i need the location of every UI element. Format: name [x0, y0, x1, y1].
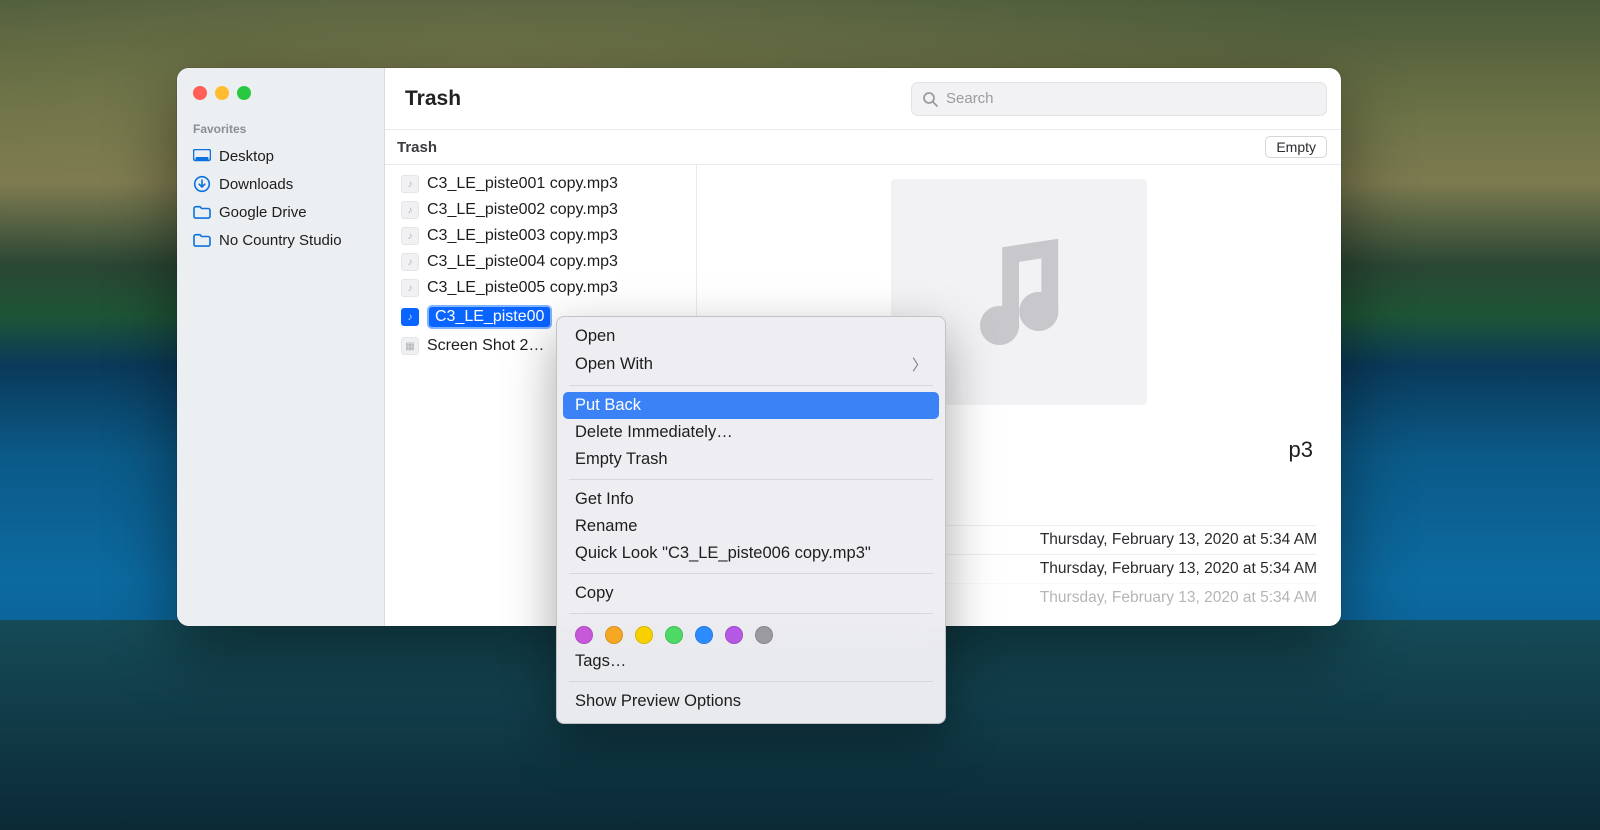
- minimize-window-button[interactable]: [215, 86, 229, 100]
- location-label: Trash: [397, 139, 1265, 156]
- location-header: Trash Empty: [385, 130, 1341, 165]
- menu-separator: [569, 479, 933, 480]
- sidebar-item-no-country-studio[interactable]: No Country Studio: [177, 226, 384, 254]
- sidebar: Favorites Desktop Downloads Google Drive…: [177, 68, 385, 626]
- search-field[interactable]: [911, 82, 1327, 116]
- file-name: C3_LE_piste002 copy.mp3: [427, 201, 618, 219]
- context-menu: Open Open With 〉 Put Back Delete Immedia…: [556, 316, 946, 724]
- search-icon: [922, 91, 938, 107]
- audio-file-icon: ♪: [401, 279, 419, 297]
- sidebar-item-label: Google Drive: [219, 204, 307, 221]
- sidebar-item-desktop[interactable]: Desktop: [177, 142, 384, 170]
- downloads-icon: [193, 175, 211, 193]
- tag-color-orange[interactable]: [605, 626, 623, 644]
- list-item[interactable]: ♪ C3_LE_piste003 copy.mp3: [385, 223, 696, 249]
- tag-color-yellow[interactable]: [635, 626, 653, 644]
- menu-separator: [569, 681, 933, 682]
- sidebar-section-favorites: Favorites: [177, 118, 384, 142]
- menu-item-open[interactable]: Open: [557, 323, 945, 350]
- menu-item-put-back[interactable]: Put Back: [563, 392, 939, 419]
- sidebar-item-label: Downloads: [219, 176, 293, 193]
- menu-item-copy[interactable]: Copy: [557, 580, 945, 607]
- list-item[interactable]: ♪ C3_LE_piste002 copy.mp3: [385, 197, 696, 223]
- list-item[interactable]: ♪ C3_LE_piste005 copy.mp3: [385, 275, 696, 301]
- menu-item-get-info[interactable]: Get Info: [557, 486, 945, 513]
- file-name: C3_LE_piste001 copy.mp3: [427, 175, 618, 193]
- list-item[interactable]: ♪ C3_LE_piste001 copy.mp3: [385, 171, 696, 197]
- sidebar-item-downloads[interactable]: Downloads: [177, 170, 384, 198]
- file-name: Screen Shot 2…: [427, 337, 544, 355]
- audio-file-icon: ♪: [401, 201, 419, 219]
- image-file-icon: ▦: [401, 337, 419, 355]
- menu-item-empty-trash[interactable]: Empty Trash: [557, 446, 945, 473]
- search-input[interactable]: [946, 90, 1316, 107]
- audio-file-icon: ♪: [401, 308, 419, 326]
- menu-item-rename[interactable]: Rename: [557, 513, 945, 540]
- menu-item-open-with[interactable]: Open With 〉: [557, 350, 945, 379]
- sidebar-item-label: Desktop: [219, 148, 274, 165]
- close-window-button[interactable]: [193, 86, 207, 100]
- desktop-icon: [193, 147, 211, 165]
- menu-item-delete-immediately[interactable]: Delete Immediately…: [557, 419, 945, 446]
- file-name: C3_LE_piste004 copy.mp3: [427, 253, 618, 271]
- tag-color-violet[interactable]: [725, 626, 743, 644]
- empty-trash-button[interactable]: Empty: [1265, 136, 1327, 158]
- audio-file-icon: ♪: [401, 253, 419, 271]
- audio-file-icon: ♪: [401, 175, 419, 193]
- menu-separator: [569, 613, 933, 614]
- music-note-icon: [949, 222, 1089, 362]
- tag-color-green[interactable]: [665, 626, 683, 644]
- menu-item-quick-look[interactable]: Quick Look "C3_LE_piste006 copy.mp3": [557, 540, 945, 567]
- tag-color-gray[interactable]: [755, 626, 773, 644]
- folder-icon: [193, 231, 211, 249]
- tag-color-blue[interactable]: [695, 626, 713, 644]
- tag-color-purple[interactable]: [575, 626, 593, 644]
- menu-separator: [569, 573, 933, 574]
- sidebar-item-google-drive[interactable]: Google Drive: [177, 198, 384, 226]
- menu-item-show-preview-options[interactable]: Show Preview Options: [557, 688, 945, 715]
- file-name: C3_LE_piste005 copy.mp3: [427, 279, 618, 297]
- chevron-right-icon: 〉: [912, 354, 927, 375]
- folder-icon: [193, 203, 211, 221]
- list-item[interactable]: ♪ C3_LE_piste004 copy.mp3: [385, 249, 696, 275]
- menu-item-tags[interactable]: Tags…: [557, 648, 945, 675]
- sidebar-item-label: No Country Studio: [219, 232, 342, 249]
- file-name: C3_LE_piste003 copy.mp3: [427, 227, 618, 245]
- tag-color-row: [557, 620, 945, 648]
- zoom-window-button[interactable]: [237, 86, 251, 100]
- audio-file-icon: ♪: [401, 227, 419, 245]
- menu-separator: [569, 385, 933, 386]
- page-title: Trash: [405, 87, 461, 111]
- window-controls: [177, 80, 384, 118]
- toolbar: Trash: [385, 68, 1341, 130]
- file-name: C3_LE_piste00: [427, 305, 552, 329]
